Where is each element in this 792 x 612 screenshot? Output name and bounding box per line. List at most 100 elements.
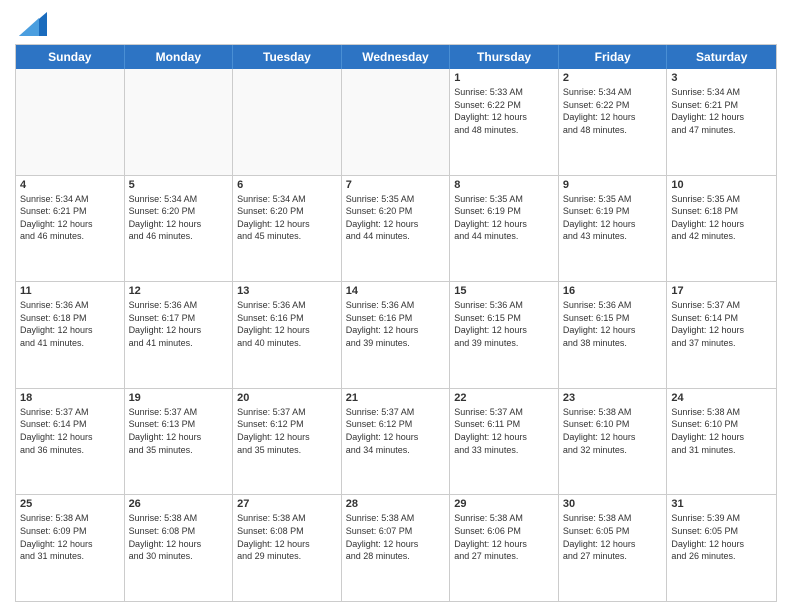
day-number: 4 bbox=[20, 179, 120, 191]
calendar-cell: 14 Sunrise: 5:36 AM Sunset: 6:16 PM Dayli… bbox=[342, 282, 451, 388]
day-number: 1 bbox=[454, 72, 554, 84]
day-number: 19 bbox=[129, 392, 229, 404]
calendar-cell: 24 Sunrise: 5:38 AM Sunset: 6:10 PM Dayli… bbox=[667, 389, 776, 495]
day-number: 21 bbox=[346, 392, 446, 404]
calendar-cell: 7 Sunrise: 5:35 AM Sunset: 6:20 PM Daylig… bbox=[342, 176, 451, 282]
day-number: 15 bbox=[454, 285, 554, 297]
calendar-header-cell: Saturday bbox=[667, 45, 776, 69]
calendar-cell: 16 Sunrise: 5:36 AM Sunset: 6:15 PM Dayli… bbox=[559, 282, 668, 388]
day-number: 24 bbox=[671, 392, 772, 404]
cell-info: Sunrise: 5:33 AM Sunset: 6:22 PM Dayligh… bbox=[454, 86, 554, 136]
cell-info: Sunrise: 5:38 AM Sunset: 6:10 PM Dayligh… bbox=[671, 406, 772, 456]
cell-info: Sunrise: 5:36 AM Sunset: 6:15 PM Dayligh… bbox=[563, 299, 663, 349]
calendar-row: 4 Sunrise: 5:34 AM Sunset: 6:21 PM Daylig… bbox=[16, 175, 776, 282]
day-number: 18 bbox=[20, 392, 120, 404]
calendar-cell: 11 Sunrise: 5:36 AM Sunset: 6:18 PM Dayli… bbox=[16, 282, 125, 388]
calendar-header-cell: Sunday bbox=[16, 45, 125, 69]
calendar-cell: 10 Sunrise: 5:35 AM Sunset: 6:18 PM Dayli… bbox=[667, 176, 776, 282]
calendar-cell: 15 Sunrise: 5:36 AM Sunset: 6:15 PM Dayli… bbox=[450, 282, 559, 388]
cell-info: Sunrise: 5:38 AM Sunset: 6:10 PM Dayligh… bbox=[563, 406, 663, 456]
day-number: 26 bbox=[129, 498, 229, 510]
cell-info: Sunrise: 5:38 AM Sunset: 6:07 PM Dayligh… bbox=[346, 512, 446, 562]
calendar-header-cell: Thursday bbox=[450, 45, 559, 69]
day-number: 30 bbox=[563, 498, 663, 510]
calendar-cell: 28 Sunrise: 5:38 AM Sunset: 6:07 PM Dayli… bbox=[342, 495, 451, 601]
day-number: 29 bbox=[454, 498, 554, 510]
day-number: 9 bbox=[563, 179, 663, 191]
calendar-cell: 9 Sunrise: 5:35 AM Sunset: 6:19 PM Daylig… bbox=[559, 176, 668, 282]
calendar-header-cell: Monday bbox=[125, 45, 234, 69]
cell-info: Sunrise: 5:34 AM Sunset: 6:20 PM Dayligh… bbox=[237, 193, 337, 243]
calendar-header-cell: Tuesday bbox=[233, 45, 342, 69]
cell-info: Sunrise: 5:36 AM Sunset: 6:16 PM Dayligh… bbox=[346, 299, 446, 349]
cell-info: Sunrise: 5:37 AM Sunset: 6:11 PM Dayligh… bbox=[454, 406, 554, 456]
day-number: 16 bbox=[563, 285, 663, 297]
day-number: 28 bbox=[346, 498, 446, 510]
calendar-cell: 17Sunrise: 5:37 AM Sunset: 6:14 PM Dayli… bbox=[667, 282, 776, 388]
cell-info: Sunrise: 5:37 AM Sunset: 6:13 PM Dayligh… bbox=[129, 406, 229, 456]
cell-info: Sunrise: 5:37 AM Sunset: 6:12 PM Dayligh… bbox=[346, 406, 446, 456]
day-number: 12 bbox=[129, 285, 229, 297]
calendar-row: 25Sunrise: 5:38 AM Sunset: 6:09 PM Dayli… bbox=[16, 494, 776, 601]
day-number: 14 bbox=[346, 285, 446, 297]
day-number: 17 bbox=[671, 285, 772, 297]
calendar-cell: 6 Sunrise: 5:34 AM Sunset: 6:20 PM Daylig… bbox=[233, 176, 342, 282]
day-number: 3 bbox=[671, 72, 772, 84]
day-number: 23 bbox=[563, 392, 663, 404]
calendar-cell: 21 Sunrise: 5:37 AM Sunset: 6:12 PM Dayli… bbox=[342, 389, 451, 495]
day-number: 13 bbox=[237, 285, 337, 297]
day-number: 5 bbox=[129, 179, 229, 191]
header bbox=[15, 10, 777, 36]
calendar-cell bbox=[125, 69, 234, 175]
cell-info: Sunrise: 5:38 AM Sunset: 6:08 PM Dayligh… bbox=[129, 512, 229, 562]
cell-info: Sunrise: 5:37 AM Sunset: 6:14 PM Dayligh… bbox=[20, 406, 120, 456]
cell-info: Sunrise: 5:34 AM Sunset: 6:21 PM Dayligh… bbox=[20, 193, 120, 243]
calendar-cell: 3 Sunrise: 5:34 AM Sunset: 6:21 PM Daylig… bbox=[667, 69, 776, 175]
calendar-cell: 19 Sunrise: 5:37 AM Sunset: 6:13 PM Dayli… bbox=[125, 389, 234, 495]
calendar-row: 18 Sunrise: 5:37 AM Sunset: 6:14 PM Dayli… bbox=[16, 388, 776, 495]
calendar-cell: 5Sunrise: 5:34 AM Sunset: 6:20 PM Daylig… bbox=[125, 176, 234, 282]
day-number: 7 bbox=[346, 179, 446, 191]
cell-info: Sunrise: 5:34 AM Sunset: 6:21 PM Dayligh… bbox=[671, 86, 772, 136]
day-number: 2 bbox=[563, 72, 663, 84]
day-number: 31 bbox=[671, 498, 772, 510]
cell-info: Sunrise: 5:36 AM Sunset: 6:17 PM Dayligh… bbox=[129, 299, 229, 349]
cell-info: Sunrise: 5:38 AM Sunset: 6:05 PM Dayligh… bbox=[563, 512, 663, 562]
day-number: 6 bbox=[237, 179, 337, 191]
cell-info: Sunrise: 5:36 AM Sunset: 6:16 PM Dayligh… bbox=[237, 299, 337, 349]
calendar-cell: 18 Sunrise: 5:37 AM Sunset: 6:14 PM Dayli… bbox=[16, 389, 125, 495]
day-number: 10 bbox=[671, 179, 772, 191]
calendar-cell: 2Sunrise: 5:34 AM Sunset: 6:22 PM Daylig… bbox=[559, 69, 668, 175]
day-number: 22 bbox=[454, 392, 554, 404]
calendar-header: SundayMondayTuesdayWednesdayThursdayFrid… bbox=[16, 45, 776, 69]
calendar-row: 11 Sunrise: 5:36 AM Sunset: 6:18 PM Dayli… bbox=[16, 281, 776, 388]
cell-info: Sunrise: 5:38 AM Sunset: 6:06 PM Dayligh… bbox=[454, 512, 554, 562]
calendar-cell: 8 Sunrise: 5:35 AM Sunset: 6:19 PM Daylig… bbox=[450, 176, 559, 282]
calendar-cell: 1 Sunrise: 5:33 AM Sunset: 6:22 PM Daylig… bbox=[450, 69, 559, 175]
calendar-cell: 4 Sunrise: 5:34 AM Sunset: 6:21 PM Daylig… bbox=[16, 176, 125, 282]
calendar-cell: 31 Sunrise: 5:39 AM Sunset: 6:05 PM Dayli… bbox=[667, 495, 776, 601]
calendar-cell bbox=[16, 69, 125, 175]
cell-info: Sunrise: 5:39 AM Sunset: 6:05 PM Dayligh… bbox=[671, 512, 772, 562]
day-number: 8 bbox=[454, 179, 554, 191]
cell-info: Sunrise: 5:37 AM Sunset: 6:12 PM Dayligh… bbox=[237, 406, 337, 456]
calendar-cell: 26 Sunrise: 5:38 AM Sunset: 6:08 PM Dayli… bbox=[125, 495, 234, 601]
cell-info: Sunrise: 5:35 AM Sunset: 6:19 PM Dayligh… bbox=[454, 193, 554, 243]
day-number: 11 bbox=[20, 285, 120, 297]
cell-info: Sunrise: 5:38 AM Sunset: 6:08 PM Dayligh… bbox=[237, 512, 337, 562]
calendar-cell: 20Sunrise: 5:37 AM Sunset: 6:12 PM Dayli… bbox=[233, 389, 342, 495]
calendar-body: 1 Sunrise: 5:33 AM Sunset: 6:22 PM Daylig… bbox=[16, 69, 776, 601]
day-number: 27 bbox=[237, 498, 337, 510]
calendar-cell: 27 Sunrise: 5:38 AM Sunset: 6:08 PM Dayli… bbox=[233, 495, 342, 601]
cell-info: Sunrise: 5:35 AM Sunset: 6:20 PM Dayligh… bbox=[346, 193, 446, 243]
calendar-cell: 13 Sunrise: 5:36 AM Sunset: 6:16 PM Dayli… bbox=[233, 282, 342, 388]
cell-info: Sunrise: 5:36 AM Sunset: 6:15 PM Dayligh… bbox=[454, 299, 554, 349]
cell-info: Sunrise: 5:35 AM Sunset: 6:18 PM Dayligh… bbox=[671, 193, 772, 243]
cell-info: Sunrise: 5:36 AM Sunset: 6:18 PM Dayligh… bbox=[20, 299, 120, 349]
calendar-header-cell: Friday bbox=[559, 45, 668, 69]
calendar-cell: 12 Sunrise: 5:36 AM Sunset: 6:17 PM Dayli… bbox=[125, 282, 234, 388]
page: SundayMondayTuesdayWednesdayThursdayFrid… bbox=[0, 0, 792, 612]
cell-info: Sunrise: 5:35 AM Sunset: 6:19 PM Dayligh… bbox=[563, 193, 663, 243]
day-number: 25 bbox=[20, 498, 120, 510]
calendar-cell: 23 Sunrise: 5:38 AM Sunset: 6:10 PM Dayli… bbox=[559, 389, 668, 495]
